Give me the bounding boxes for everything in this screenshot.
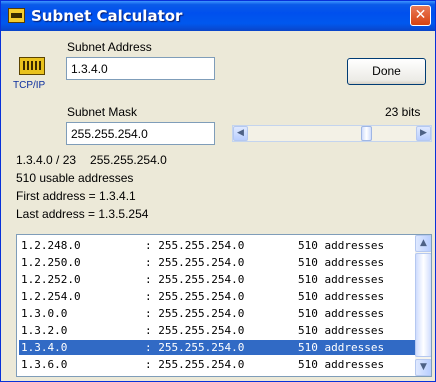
- subnet-mask-label: Subnet Mask: [67, 105, 138, 119]
- subnet-address-input[interactable]: 1.3.4.0: [66, 57, 215, 80]
- list-item[interactable]: 1.3.6.0 : 255.255.254.0 510 addresses: [19, 357, 415, 372]
- list-item[interactable]: 1.3.0.0 : 255.255.254.0 510 addresses: [19, 306, 415, 321]
- subnet-mask-cell: : 255.255.254.0: [145, 324, 245, 337]
- summary-mask-text: 255.255.254.0: [90, 153, 167, 167]
- list-item[interactable]: 1.2.254.0 : 255.255.254.0 510 addresses: [19, 289, 415, 304]
- scroll-down-arrow-icon[interactable]: ▼: [415, 359, 431, 376]
- title-bar[interactable]: Subnet Calculator ✕: [1, 1, 435, 31]
- done-button[interactable]: Done: [347, 58, 426, 85]
- address-count-cell: 510 addresses: [298, 358, 385, 371]
- subnet-address-cell: 1.3.2.0: [21, 324, 68, 337]
- subnet-address-cell: 1.2.250.0: [21, 256, 81, 269]
- scroll-thumb[interactable]: [415, 253, 431, 357]
- subnet-address-cell: 1.2.248.0: [21, 239, 81, 252]
- subnet-address-cell: 1.2.252.0: [21, 273, 81, 286]
- address-count-cell: 510 addresses: [298, 273, 385, 286]
- cidr-text: 1.3.4.0 / 23: [16, 153, 77, 167]
- address-count-cell: 510 addresses: [298, 290, 385, 303]
- last-address-text: Last address = 1.3.5.254: [16, 207, 149, 221]
- subnet-mask-cell: : 255.255.254.0: [145, 239, 245, 252]
- slider-right-arrow-icon[interactable]: ▶: [416, 126, 431, 141]
- bits-label: 23 bits: [385, 105, 421, 119]
- subnet-address-cell: 1.3.4.0: [21, 341, 68, 354]
- address-count-cell: 510 addresses: [298, 341, 385, 354]
- address-count-cell: 510 addresses: [298, 324, 385, 337]
- address-count-cell: 510 addresses: [298, 256, 385, 269]
- slider-left-arrow-icon[interactable]: ◀: [233, 126, 248, 141]
- subnet-address-cell: 1.3.6.0: [21, 358, 68, 371]
- slider-thumb[interactable]: [361, 126, 372, 141]
- calculator-icon: [8, 8, 25, 23]
- first-address-text: First address = 1.3.4.1: [16, 189, 136, 203]
- subnet-calculator-window: Subnet Calculator ✕ TCP/IP Subnet Addres…: [0, 0, 436, 382]
- list-item[interactable]: 1.2.248.0 : 255.255.254.0 510 addresses: [19, 238, 415, 253]
- close-button[interactable]: ✕: [410, 5, 431, 26]
- subnet-mask-cell: : 255.255.254.0: [145, 358, 245, 371]
- subnet-address-cell: 1.2.254.0: [21, 290, 81, 303]
- subnet-mask-cell: : 255.255.254.0: [145, 341, 245, 354]
- tcpip-caption: TCP/IP: [13, 80, 46, 91]
- subnet-mask-cell: : 255.255.254.0: [145, 307, 245, 320]
- window-title: Subnet Calculator: [31, 7, 183, 25]
- address-count-cell: 510 addresses: [298, 307, 385, 320]
- list-scrollbar[interactable]: ▲ ▼: [415, 235, 431, 376]
- subnet-mask-cell: : 255.255.254.0: [145, 290, 245, 303]
- network-card-icon: [19, 57, 45, 75]
- list-item[interactable]: 1.2.250.0 : 255.255.254.0 510 addresses: [19, 255, 415, 270]
- mask-bits-slider[interactable]: ◀ ▶: [232, 125, 432, 142]
- address-count-cell: 510 addresses: [298, 239, 385, 252]
- list-item[interactable]: 1.2.252.0 : 255.255.254.0 510 addresses: [19, 272, 415, 287]
- subnet-address-label: Subnet Address: [67, 40, 152, 54]
- list-item[interactable]: 1.3.4.0 : 255.255.254.0 510 addresses: [19, 340, 415, 355]
- list-item[interactable]: 1.3.2.0 : 255.255.254.0 510 addresses: [19, 323, 415, 338]
- subnet-mask-cell: : 255.255.254.0: [145, 273, 245, 286]
- usable-addresses-text: 510 usable addresses: [16, 171, 134, 185]
- subnet-mask-cell: : 255.255.254.0: [145, 256, 245, 269]
- subnet-list[interactable]: 1.2.248.0: 255.255.254.0 510 addresses 1.2…: [16, 234, 432, 377]
- summary-line: 1.3.4.0 / 23 255.255.254.0: [16, 153, 167, 167]
- scroll-up-arrow-icon[interactable]: ▲: [415, 235, 431, 252]
- subnet-mask-input[interactable]: 255.255.254.0: [66, 122, 215, 145]
- subnet-address-cell: 1.3.0.0: [21, 307, 68, 320]
